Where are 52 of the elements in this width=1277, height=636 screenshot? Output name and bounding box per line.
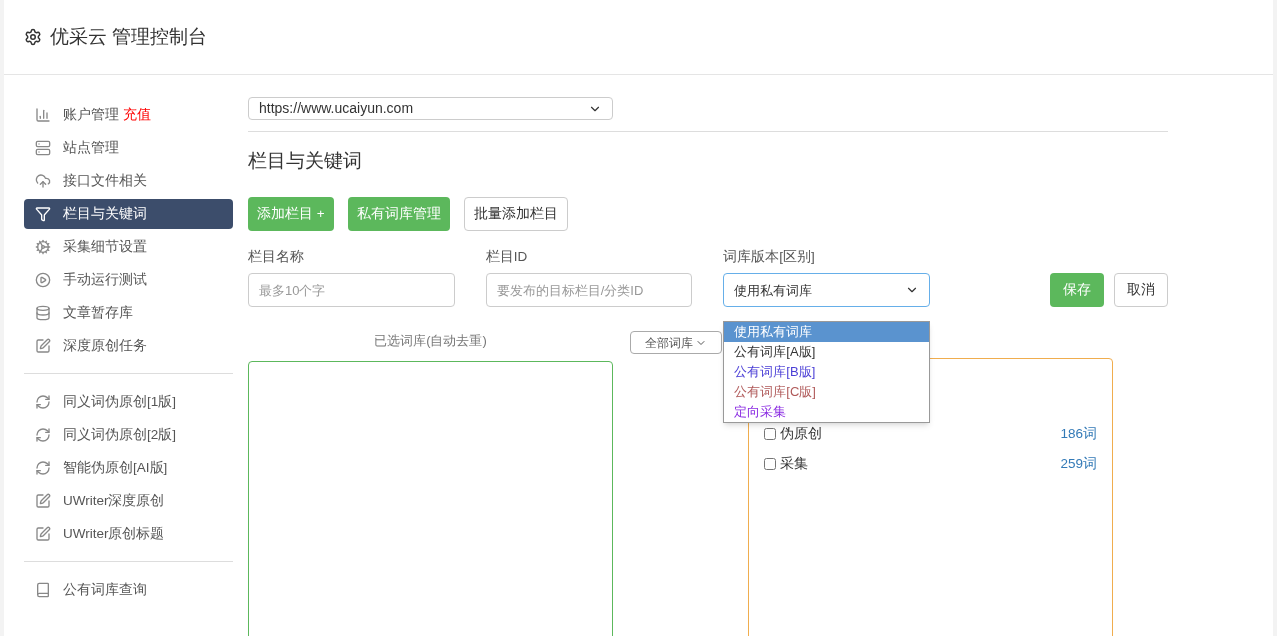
bar-chart-icon xyxy=(35,107,51,123)
library-name: 伪原创 xyxy=(780,425,822,444)
sidebar-item[interactable]: 智能伪原创[AI版] xyxy=(24,453,233,483)
sidebar-item[interactable]: 手动运行测试 xyxy=(24,265,233,295)
sidebar-item[interactable]: 站点管理 xyxy=(24,133,233,163)
word-count: 186词 xyxy=(1060,425,1097,444)
sidebar-item[interactable]: 栏目与关键词 xyxy=(24,199,233,229)
sidebar-item[interactable]: 账户管理 充值 xyxy=(24,100,233,130)
sidebar-item[interactable]: 接口文件相关 xyxy=(24,166,233,196)
app-title: 优采云 管理控制台 xyxy=(50,24,208,49)
cancel-button[interactable]: 取消 xyxy=(1114,273,1168,308)
edit-icon xyxy=(35,493,51,509)
sidebar-item[interactable]: UWriter原创标题 xyxy=(24,519,233,549)
dropdown-option[interactable]: 公有词库[C版] xyxy=(724,382,930,402)
sidebar-item[interactable]: 同义词伪原创[1版] xyxy=(24,387,233,417)
dropdown-option[interactable]: 定向采集 xyxy=(724,402,930,422)
field-label: 栏目名称 xyxy=(248,248,305,266)
refresh-icon xyxy=(35,427,51,443)
library-name: 采集 xyxy=(780,455,808,474)
action-button[interactable]: 批量添加栏目 xyxy=(463,197,568,231)
version-select[interactable]: 使用私有词库 xyxy=(723,273,930,308)
book-icon xyxy=(35,582,51,598)
sidebar-item[interactable]: 深度原创任务 xyxy=(24,331,233,361)
recharge-link[interactable]: 充值 xyxy=(123,104,151,126)
sidebar-item[interactable]: 采集细节设置 xyxy=(24,232,233,262)
word-count: 259词 xyxy=(1060,455,1097,474)
dropdown-option[interactable]: 公有词库[B版] xyxy=(724,362,930,382)
sidebar-item[interactable]: 同义词伪原创[2版] xyxy=(24,420,233,450)
library-filter-select[interactable]: 全部词库 xyxy=(630,331,722,355)
field-label: 栏目ID xyxy=(485,248,529,266)
database-icon xyxy=(35,305,51,321)
section-title: 栏目与关键词 xyxy=(248,149,363,173)
settings-icon xyxy=(24,28,42,46)
play-icon xyxy=(35,272,51,288)
library-checkbox[interactable] xyxy=(764,428,776,441)
field-label: 词库版本[区别] xyxy=(723,248,816,266)
edit-icon xyxy=(35,526,51,542)
refresh-icon xyxy=(35,460,51,476)
sidebar-item[interactable]: UWriter深度原创 xyxy=(24,486,233,516)
filter-icon xyxy=(35,206,51,222)
text-field[interactable]: 最多10个字 xyxy=(248,273,455,308)
site-select[interactable]: https://www.ucaiyun.com xyxy=(248,97,613,120)
text-field[interactable]: 要发布的目标栏目/分类ID xyxy=(485,273,693,308)
library-checkbox[interactable] xyxy=(764,458,776,471)
server-icon xyxy=(35,140,51,156)
dropdown-option[interactable]: 公有词库[A版] xyxy=(724,342,930,362)
sidebar-item[interactable]: 公有词库查询 xyxy=(24,575,233,605)
cloud-upload-icon xyxy=(35,173,51,189)
sidebar-item[interactable]: 文章暂存库 xyxy=(24,298,233,328)
edit-icon xyxy=(35,338,51,354)
refresh-icon xyxy=(35,394,51,410)
panel-title: 已选词库(自动去重) xyxy=(373,332,488,351)
